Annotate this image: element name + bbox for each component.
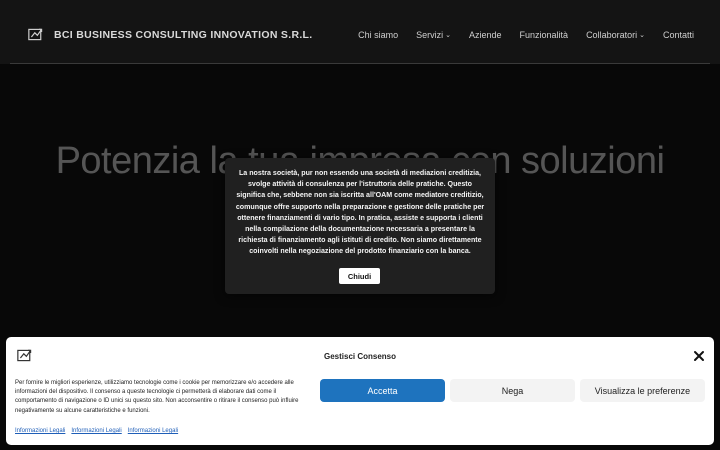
main-nav: Chi siamo Servizi ⌄ Aziende Funzionalità … [340,30,694,40]
nav-item-label: Aziende [469,30,502,40]
brand-name: BCI BUSINESS CONSULTING INNOVATION S.R.L… [54,28,313,41]
nav-item-contatti[interactable]: Contatti [663,30,694,40]
legal-info-link[interactable]: Informazioni Legali [128,428,178,434]
nav-item-funzionalita[interactable]: Funzionalità [520,30,569,40]
info-modal: La nostra società, pur non essendo una s… [225,158,495,294]
close-icon[interactable] [693,350,705,362]
nav-item-collaboratori[interactable]: Collaboratori ⌄ [586,30,645,40]
nav-item-aziende[interactable]: Aziende [469,30,502,40]
consent-text: Per fornire le migliori esperienze, util… [15,380,299,414]
nav-item-label: Servizi [416,30,444,40]
legal-links: Informazioni Legali Informazioni Legali … [15,428,184,434]
view-preferences-button[interactable]: Visualizza le preferenze [580,379,705,402]
nav-item-label: Collaboratori [586,30,638,40]
nav-item-label: Contatti [662,30,694,40]
accept-button[interactable]: Accetta [320,379,445,402]
logo-icon [28,28,43,41]
nav-item-label: Chi siamo [358,30,399,40]
nav-item-label: Funzionalità [519,30,569,40]
consent-title: Gestisci Consenso [323,352,397,361]
nav-item-servizi[interactable]: Servizi ⌄ [416,30,451,40]
site-header: BCI BUSINESS CONSULTING INNOVATION S.R.L… [0,0,720,64]
brand[interactable]: BCI BUSINESS CONSULTING INNOVATION S.R.L… [28,26,312,43]
modal-text: La nostra società, pur non essendo una s… [235,169,485,256]
legal-info-link[interactable]: Informazioni Legali [15,428,65,434]
cookie-consent-banner: Gestisci Consenso Per fornire le miglior… [6,337,714,445]
chevron-down-icon: ⌄ [445,32,451,39]
nav-item-chi-siamo[interactable]: Chi siamo [358,30,398,40]
chevron-down-icon: ⌄ [639,32,645,39]
close-modal-button[interactable]: Chiudi [339,268,380,284]
legal-info-link[interactable]: Informazioni Legali [71,428,121,434]
deny-button[interactable]: Nega [450,379,575,402]
